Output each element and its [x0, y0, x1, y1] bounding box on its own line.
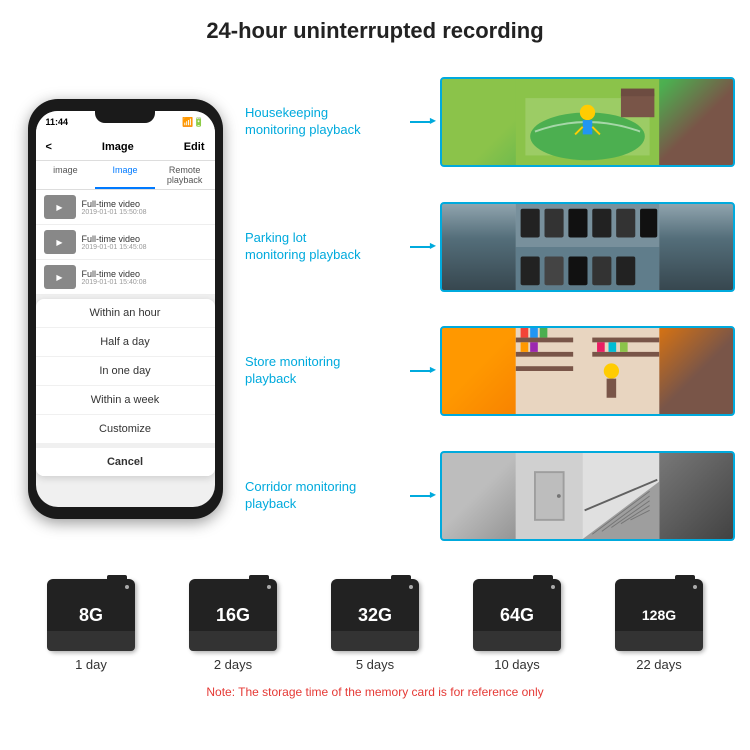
- main-content: 11:44 📶🔋 < Image Edit image Image Remote…: [0, 54, 750, 564]
- list-thumb: ▶: [44, 230, 76, 254]
- sd-dot: [267, 585, 271, 589]
- sd-dot: [409, 585, 413, 589]
- storage-days-64g: 10 days: [494, 657, 540, 672]
- monitoring-row-parking: Parking lotmonitoring playback: [245, 202, 735, 292]
- arrow-connector: [410, 121, 430, 123]
- storage-card-128g: 128G 22 days: [615, 579, 703, 672]
- list-time: 2019-01-01 15:50:08: [82, 209, 207, 216]
- phone-screen: 11:44 📶🔋 < Image Edit image Image Remote…: [36, 111, 215, 507]
- sd-capacity-128g: 128G: [642, 607, 676, 623]
- storage-days-32g: 5 days: [356, 657, 394, 672]
- dropdown-item-customize[interactable]: Customize: [36, 415, 215, 444]
- tab-remote-playback[interactable]: Remote playback: [155, 161, 215, 189]
- list-item[interactable]: ▶ Full-time video 2019-01-01 15:40:08: [36, 260, 215, 295]
- sd-capacity-16g: 16G: [216, 605, 250, 626]
- monitoring-image-parking: [440, 202, 735, 292]
- list-thumb: ▶: [44, 265, 76, 289]
- phone-tabs: image Image Remote playback: [36, 161, 215, 190]
- tab-image-active[interactable]: Image: [95, 161, 155, 189]
- phone-nav-title: Image: [102, 141, 134, 153]
- arrow-connector: [410, 370, 430, 372]
- sd-card-16g: 16G: [189, 579, 277, 651]
- monitoring-label-parking: Parking lotmonitoring playback: [245, 230, 400, 264]
- sd-dot: [693, 585, 697, 589]
- dropdown-cancel-button[interactable]: Cancel: [36, 444, 215, 476]
- sd-capacity-8g: 8G: [79, 605, 103, 626]
- arrow-connector: [410, 246, 430, 248]
- list-title: Full-time video: [82, 269, 207, 279]
- phone-notch: [95, 109, 155, 123]
- arrow-connector: [410, 495, 430, 497]
- phone-nav-bar: < Image Edit: [36, 133, 215, 161]
- monitoring-row-store: Store monitoringplayback: [245, 326, 735, 416]
- tab-image[interactable]: image: [36, 161, 96, 189]
- phone-device: 11:44 📶🔋 < Image Edit image Image Remote…: [28, 99, 223, 519]
- page-title: 24-hour uninterrupted recording: [0, 0, 750, 54]
- sd-dot: [125, 585, 129, 589]
- list-item[interactable]: ▶ Full-time video 2019-01-01 15:50:08: [36, 190, 215, 225]
- sd-card-64g: 64G: [473, 579, 561, 651]
- sd-card-128g: 128G: [615, 579, 703, 651]
- list-time: 2019-01-01 15:45:08: [82, 244, 207, 251]
- monitoring-image-housekeeping: [440, 77, 735, 167]
- storage-card-16g: 16G 2 days: [189, 579, 277, 672]
- phone-section: 11:44 📶🔋 < Image Edit image Image Remote…: [15, 54, 235, 564]
- right-section: Housekeepingmonitoring playback: [245, 54, 735, 564]
- list-title: Full-time video: [82, 234, 207, 244]
- monitoring-image-corridor: [440, 451, 735, 541]
- list-title: Full-time video: [82, 199, 207, 209]
- monitoring-label-store: Store monitoringplayback: [245, 354, 400, 388]
- monitoring-label-corridor: Corridor monitoringplayback: [245, 479, 400, 513]
- storage-note: Note: The storage time of the memory car…: [20, 680, 730, 704]
- monitoring-row-housekeeping: Housekeepingmonitoring playback: [245, 77, 735, 167]
- storage-cards: 8G 1 day 16G 2 days 32G 5 days 64G 10 da…: [20, 579, 730, 672]
- storage-section: 8G 1 day 16G 2 days 32G 5 days 64G 10 da…: [0, 564, 750, 714]
- dropdown-item-within-hour[interactable]: Within an hour: [36, 299, 215, 328]
- storage-card-64g: 64G 10 days: [473, 579, 561, 672]
- phone-back-button[interactable]: <: [46, 141, 52, 153]
- sd-capacity-32g: 32G: [358, 605, 392, 626]
- dropdown-item-week[interactable]: Within a week: [36, 386, 215, 415]
- phone-dropdown: Within an hour Half a day In one day Wit…: [36, 299, 215, 476]
- phone-time: 11:44: [46, 117, 69, 127]
- dropdown-item-one-day[interactable]: In one day: [36, 357, 215, 386]
- list-item[interactable]: ▶ Full-time video 2019-01-01 15:45:08: [36, 225, 215, 260]
- storage-days-8g: 1 day: [75, 657, 107, 672]
- list-time: 2019-01-01 15:40:08: [82, 279, 207, 286]
- phone-icons: 📶🔋: [182, 117, 204, 128]
- storage-card-32g: 32G 5 days: [331, 579, 419, 672]
- sd-dot: [551, 585, 555, 589]
- phone-list: ▶ Full-time video 2019-01-01 15:50:08 ▶ …: [36, 190, 215, 295]
- storage-days-16g: 2 days: [214, 657, 252, 672]
- list-info: Full-time video 2019-01-01 15:50:08: [82, 199, 207, 216]
- sd-capacity-64g: 64G: [500, 605, 534, 626]
- monitoring-label-housekeeping: Housekeepingmonitoring playback: [245, 105, 400, 139]
- dropdown-item-half-day[interactable]: Half a day: [36, 328, 215, 357]
- monitoring-image-store: [440, 326, 735, 416]
- list-info: Full-time video 2019-01-01 15:45:08: [82, 234, 207, 251]
- storage-card-8g: 8G 1 day: [47, 579, 135, 672]
- storage-days-128g: 22 days: [636, 657, 682, 672]
- sd-card-8g: 8G: [47, 579, 135, 651]
- monitoring-row-corridor: Corridor monitoringplayback: [245, 451, 735, 541]
- list-info: Full-time video 2019-01-01 15:40:08: [82, 269, 207, 286]
- phone-edit-button[interactable]: Edit: [184, 141, 205, 153]
- list-thumb: ▶: [44, 195, 76, 219]
- sd-card-32g: 32G: [331, 579, 419, 651]
